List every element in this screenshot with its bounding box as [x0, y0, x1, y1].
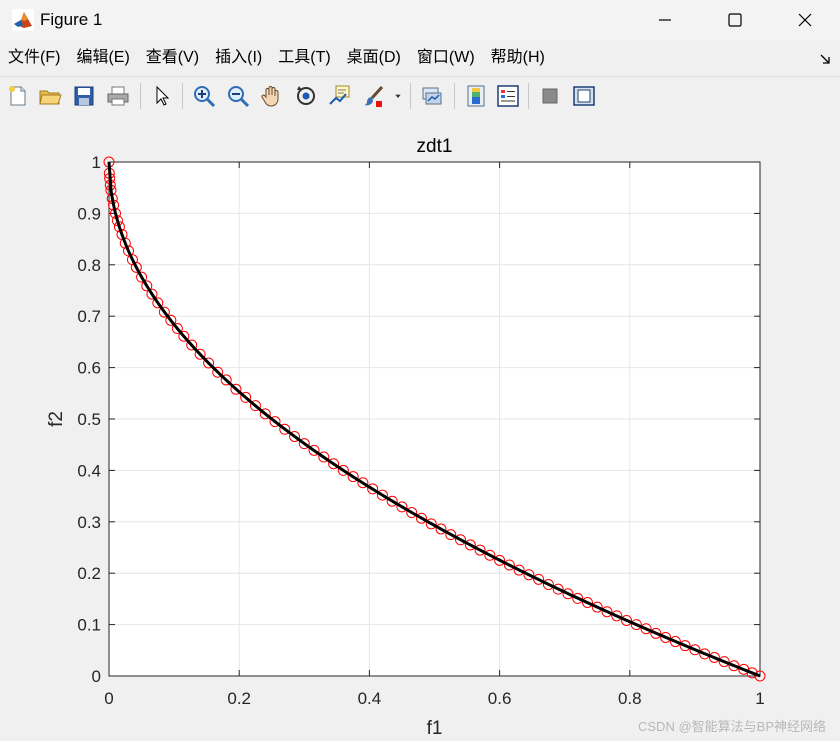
rotate-3d-icon: [297, 86, 315, 105]
legend-icon: [497, 85, 519, 107]
zoom-out-icon: [228, 86, 250, 108]
y-tick-label: 1: [92, 153, 101, 172]
legend-button[interactable]: [494, 82, 522, 110]
x-tick-label: 0.6: [488, 689, 512, 708]
link-plot-icon: [422, 87, 442, 105]
colorbar-icon: [467, 85, 485, 107]
toolbar: [0, 76, 840, 116]
x-tick-label: 1: [755, 689, 764, 708]
colorbar-button[interactable]: [462, 82, 490, 110]
print-button[interactable]: [104, 82, 132, 110]
zdt1-chart[interactable]: 0 0.2 0.4 0.6 0.8 1 0 0.1 0.2 0.3 0.4 0.5 0.6 0.7 0.8 0…: [0, 115, 840, 741]
menu-file[interactable]: 文件(F): [0, 40, 68, 76]
figure-area: 0 0.2 0.4 0.6 0.8 1 0 0.1 0.2 0.3 0.4 0.5 0.6 0.7 0.8 0…: [0, 115, 840, 741]
show-plot-tools-button[interactable]: [570, 82, 598, 110]
link-plot-button[interactable]: [418, 82, 446, 110]
y-tick-label: 0.5: [77, 410, 101, 429]
open-file-button[interactable]: [36, 82, 64, 110]
y-tick-label: 0.8: [77, 256, 101, 275]
toolbar-separator: [454, 83, 455, 109]
menu-view[interactable]: 查看(V): [138, 40, 207, 76]
toolbar-separator: [140, 83, 141, 109]
brush-icon: [364, 85, 384, 107]
x-tick-label: 0.4: [358, 689, 382, 708]
brush-dropdown-icon: [395, 94, 401, 98]
new-figure-icon: [9, 86, 26, 106]
menu-tools[interactable]: 工具(T): [270, 40, 338, 76]
matlab-logo-icon: [12, 9, 34, 31]
menu-desktop[interactable]: 桌面(D): [339, 40, 409, 76]
data-cursor-icon: [329, 85, 350, 105]
x-tick-label: 0.8: [618, 689, 642, 708]
toolbar-separator: [528, 83, 529, 109]
menu-bar: 文件(F) 编辑(E) 查看(V) 插入(I) 工具(T) 桌面(D) 窗口(W…: [0, 40, 840, 76]
y-tick-label: 0: [92, 667, 101, 686]
hide-plot-tools-button[interactable]: [536, 82, 564, 110]
title-bar: Figure 1: [0, 0, 840, 40]
pan-button[interactable]: [258, 82, 286, 110]
zoom-in-icon: [194, 86, 216, 108]
zoom-in-button[interactable]: [190, 82, 218, 110]
y-tick-label: 0.6: [77, 359, 101, 378]
toolbar-separator: [410, 83, 411, 109]
brush-button[interactable]: [360, 82, 388, 110]
x-tick-label: 0: [104, 689, 113, 708]
maximize-button[interactable]: [700, 0, 770, 40]
y-axis-label: f2: [46, 411, 67, 427]
pointer-icon: [156, 85, 170, 106]
pan-hand-icon: [261, 86, 279, 107]
brush-dropdown-button[interactable]: [390, 82, 406, 110]
toolbar-separator: [182, 83, 183, 109]
y-tick-label: 0.1: [77, 616, 101, 635]
hide-plot-tools-icon: [542, 88, 558, 104]
minimize-button[interactable]: [630, 0, 700, 40]
save-icon: [74, 86, 94, 106]
data-cursor-button[interactable]: [326, 82, 354, 110]
close-button[interactable]: [770, 0, 840, 40]
watermark: CSDN @智能算法与BP神经网络: [638, 719, 826, 734]
show-plot-tools-icon: [573, 86, 595, 106]
new-figure-button[interactable]: [4, 82, 32, 110]
menu-window[interactable]: 窗口(W): [409, 40, 483, 76]
dock-arrow-icon[interactable]: [818, 52, 832, 66]
y-tick-label: 0.2: [77, 564, 101, 583]
window-title: Figure 1: [40, 10, 103, 29]
x-axis-label: f1: [427, 718, 443, 739]
x-tick-label: 0.2: [227, 689, 251, 708]
menu-help[interactable]: 帮助(H): [483, 40, 553, 76]
open-file-icon: [39, 90, 62, 105]
y-tick-label: 0.4: [77, 461, 101, 480]
zoom-out-button[interactable]: [224, 82, 252, 110]
y-tick-label: 0.7: [77, 307, 101, 326]
pointer-button[interactable]: [148, 82, 176, 110]
y-tick-label: 0.3: [77, 513, 101, 532]
maximize-icon: [728, 13, 742, 27]
y-tick-label: 0.9: [77, 204, 101, 223]
menu-edit[interactable]: 编辑(E): [68, 40, 137, 76]
minimize-icon: [659, 19, 671, 21]
close-icon: [798, 13, 812, 27]
chart-title: zdt1: [417, 136, 453, 157]
save-button[interactable]: [70, 82, 98, 110]
rotate-button[interactable]: [292, 82, 320, 110]
menu-insert[interactable]: 插入(I): [207, 40, 270, 76]
print-icon: [107, 86, 129, 106]
